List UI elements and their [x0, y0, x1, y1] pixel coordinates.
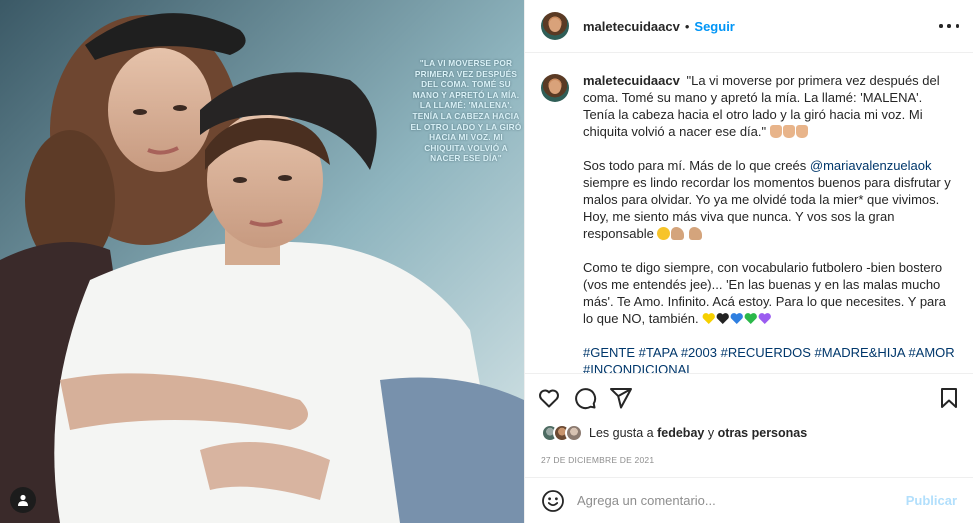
post-header: maletecuidaacv • Seguir: [525, 0, 973, 53]
action-icons: [537, 386, 633, 410]
follow-button[interactable]: Seguir: [694, 19, 734, 34]
tagged-user-icon[interactable]: [10, 487, 36, 513]
black-heart-emoji-icon: [716, 312, 729, 325]
post-sidebar: maletecuidaacv • Seguir maletecuidaacv "…: [524, 0, 973, 523]
person-icon: [18, 494, 28, 506]
heart-icon[interactable]: [537, 386, 561, 410]
hashtag-link[interactable]: #AMOR: [908, 345, 954, 360]
instagram-post: "La vi moverse por primera vez después d…: [0, 0, 973, 523]
flexed-biceps-emoji-icon: [671, 227, 685, 240]
more-options-icon[interactable]: [939, 17, 959, 35]
hashtag-link[interactable]: #RECUERDOS: [721, 345, 811, 360]
post-caption: maletecuidaacv "La vi moverse por primer…: [583, 72, 957, 373]
praying-hands-emoji-icon: [795, 125, 808, 138]
comment-composer: Publicar: [525, 477, 973, 523]
header-separator: •: [684, 18, 690, 34]
grinning-emoji-icon: [657, 227, 671, 240]
flexed-biceps-emoji-icon: [689, 227, 703, 240]
likes-others-link[interactable]: otras personas: [718, 426, 808, 440]
hashtag-link[interactable]: #TAPA: [639, 345, 678, 360]
bookmark-icon[interactable]: [937, 386, 961, 410]
likes-user-link[interactable]: fedebay: [657, 426, 704, 440]
likes-middle: y: [704, 426, 718, 440]
photo-overlay-quote: "La vi moverse por primera vez después d…: [410, 58, 522, 164]
caption-text-2a: Sos todo para mí. Más de lo que creés: [583, 158, 810, 173]
share-icon[interactable]: [609, 386, 633, 410]
hashtag-link[interactable]: #GENTE: [583, 345, 635, 360]
hashtag-link[interactable]: #MADRE&HIJA: [815, 345, 905, 360]
likes-summary: Les gusta a fedebay y otras personas: [541, 424, 807, 442]
blue-heart-emoji-icon: [730, 312, 743, 325]
mention-link[interactable]: @mariavalenzuelaok: [810, 158, 932, 173]
header-username[interactable]: maletecuidaacv: [583, 19, 680, 34]
post-actions: Les gusta a fedebay y otras personas 27 …: [525, 373, 973, 477]
comments-section[interactable]: maletecuidaacv "La vi moverse por primer…: [525, 54, 973, 373]
hashtag-link[interactable]: #INCONDICIONAL: [583, 362, 694, 373]
avatar[interactable]: [541, 12, 569, 40]
yellow-heart-emoji-icon: [702, 312, 715, 325]
praying-hands-emoji-icon: [782, 125, 795, 138]
publish-button[interactable]: Publicar: [906, 493, 957, 508]
green-heart-emoji-icon: [744, 312, 757, 325]
hashtags: #GENTE #TAPA #2003 #RECUERDOS #MADRE&HIJ…: [583, 344, 957, 373]
comment-input[interactable]: [577, 493, 906, 508]
caption-text-2b: siempre es lindo recordar los momentos b…: [583, 175, 951, 241]
post-photo[interactable]: "La vi moverse por primera vez después d…: [0, 0, 524, 523]
hashtag-link[interactable]: #2003: [681, 345, 717, 360]
post-date[interactable]: 27 DE DICIEMBRE DE 2021: [541, 455, 654, 465]
purple-heart-emoji-icon: [758, 312, 771, 325]
praying-hands-emoji-icon: [769, 125, 782, 138]
comment-icon[interactable]: [573, 386, 597, 410]
likes-text: Les gusta a fedebay y otras personas: [589, 426, 807, 440]
caption-paragraph-2: Sos todo para mí. Más de lo que creés @m…: [583, 157, 957, 242]
caption-paragraph-3: Como te digo siempre, con vocabulario fu…: [583, 259, 957, 327]
likes-prefix: Les gusta a: [589, 426, 658, 440]
caption-paragraph-1: maletecuidaacv "La vi moverse por primer…: [583, 72, 957, 140]
caption-username[interactable]: maletecuidaacv: [583, 73, 680, 88]
caption-avatar[interactable]: [541, 74, 569, 102]
liker-avatar[interactable]: [565, 424, 583, 442]
emoji-icon[interactable]: [541, 489, 565, 513]
